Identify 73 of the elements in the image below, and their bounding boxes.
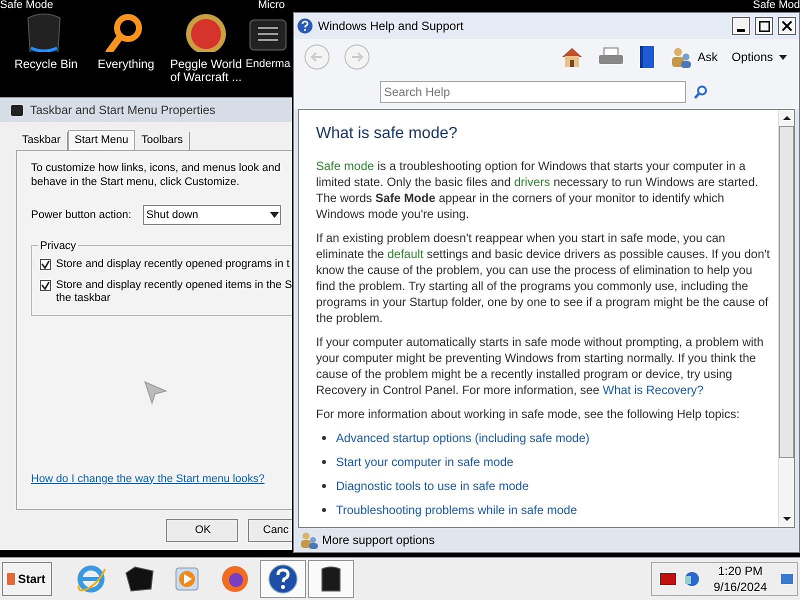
bullet-icon xyxy=(322,436,326,440)
taskbar-app-button[interactable] xyxy=(308,560,354,598)
show-desktop-icon xyxy=(781,572,793,586)
bullet-icon xyxy=(322,484,326,488)
printer-icon xyxy=(598,47,624,67)
close-button[interactable] xyxy=(778,17,796,35)
people-icon xyxy=(670,46,692,68)
close-icon xyxy=(782,21,792,31)
dropdown-arrow-icon xyxy=(779,54,787,60)
checkbox[interactable] xyxy=(40,259,51,270)
maximize-icon xyxy=(758,20,770,32)
desktop-icon-label[interactable]: Enderma xyxy=(246,58,290,71)
checkmark-icon xyxy=(41,260,50,269)
safe-mode-label: Micro xyxy=(258,0,285,11)
checkbox[interactable] xyxy=(40,280,51,291)
firefox-icon xyxy=(219,563,251,595)
minimize-icon xyxy=(737,28,745,32)
topic-link[interactable]: Advanced startup options (including safe mode) xyxy=(336,430,590,446)
more-support-button[interactable]: More support options xyxy=(294,528,799,552)
article-heading: What is safe mode? xyxy=(316,124,458,144)
dialog-title: Taskbar and Start Menu Properties xyxy=(30,102,216,119)
article-paragraph: If an existing problem doesn't reappear when you start in safe mode, you can eliminate the default settings and basic device drivers as possible causes. If you don't know the cause of the problem, you can use the process of elimination to help you find the problem. Try starting all of the programs you commonly use, including the programs in your Startup folder, one by one to see if a program might be the cause of the problem. xyxy=(316,230,770,326)
clock-time[interactable]: 1:20 PM xyxy=(718,563,763,579)
glossary-link[interactable]: default xyxy=(387,247,424,261)
intro-text: To customize how links, icons, and menus look and behave in the Start menu, click Customize. xyxy=(31,161,282,189)
dialog-button[interactable]: Canc xyxy=(248,518,292,542)
checkbox-label: Store and display recently opened programs in t xyxy=(56,258,290,271)
desktop-icon-label[interactable]: Peggle World of Warcraft ... xyxy=(166,58,246,84)
search-icon xyxy=(694,85,708,99)
help-icon xyxy=(267,563,299,595)
checkmark-icon xyxy=(41,281,50,290)
topic-link[interactable]: Start your computer in safe mode xyxy=(336,454,514,470)
glossary-link[interactable]: Safe mode xyxy=(316,159,374,173)
safe-mode-label: Safe Mod xyxy=(752,0,800,11)
ask-button[interactable]: Ask xyxy=(670,46,718,68)
book-icon xyxy=(638,45,656,69)
scrollbar[interactable] xyxy=(778,110,794,527)
start-button[interactable]: Start xyxy=(2,562,52,596)
power-dropdown[interactable]: Shut down xyxy=(143,205,281,225)
bullet-icon xyxy=(322,508,326,512)
start-flag-icon xyxy=(7,573,15,585)
people-icon xyxy=(300,531,318,549)
home-icon xyxy=(560,46,584,68)
taskbar-icon xyxy=(10,103,24,117)
topic-link[interactable]: Diagnostic tools to use in safe mode xyxy=(336,478,529,494)
article-paragraph: Safe mode is a troubleshooting option for Windows that starts your computer in a limited state. Only the basic files and drivers necessary to run Windows are started. The words Safe Mode appear in the corners of your monitor to identify which Windows mode you're using. xyxy=(316,158,760,222)
article-paragraph: For more information about working in safe mode, see the following Help topics: xyxy=(316,406,741,422)
browser-e-icon xyxy=(75,563,107,595)
glossary-link[interactable]: drivers xyxy=(514,175,550,189)
tab[interactable]: Start Menu xyxy=(68,130,136,150)
desktop-icon-label[interactable]: Recycle Bin xyxy=(14,58,78,71)
article-link[interactable]: What is Recovery? xyxy=(602,383,704,397)
clock-date[interactable]: 9/16/2024 xyxy=(714,579,767,595)
dropdown-arrow-icon xyxy=(270,212,279,218)
safe-mode-label: Safe Mode xyxy=(0,0,54,11)
article-paragraph: If your computer automatically starts in safe mode without prompting, a problem with your computer might be preventing Windows from starting normally. If you think the cause of the problem might be a recently installed program or device, try using Recovery in Control Panel. For more information, see What is Recovery? xyxy=(316,334,765,398)
cursor-icon xyxy=(144,381,168,406)
help-icon xyxy=(297,18,313,34)
dialog-button[interactable]: OK xyxy=(166,518,238,542)
taskbar-app-button[interactable] xyxy=(260,560,306,598)
checkbox-label: Store and display recently opened items in the S the taskbar xyxy=(56,279,292,305)
options-button[interactable]: Options xyxy=(732,48,787,66)
search-field[interactable]: Search Help xyxy=(380,81,686,103)
window-title: Windows Help and Support xyxy=(318,18,464,35)
network-icon xyxy=(684,571,700,587)
help-link[interactable]: How do I change the way the Start menu looks? xyxy=(31,470,281,487)
minimize-button[interactable] xyxy=(732,17,750,35)
privacy-legend: Privacy xyxy=(38,238,78,254)
power-button-label: Power button action: xyxy=(31,208,132,223)
desktop-icon-label[interactable]: Everything xyxy=(98,58,154,71)
topic-link[interactable]: Troubleshooting problems while in safe mode xyxy=(336,502,578,518)
maximize-button[interactable] xyxy=(755,17,773,35)
bullet-icon xyxy=(322,460,326,464)
